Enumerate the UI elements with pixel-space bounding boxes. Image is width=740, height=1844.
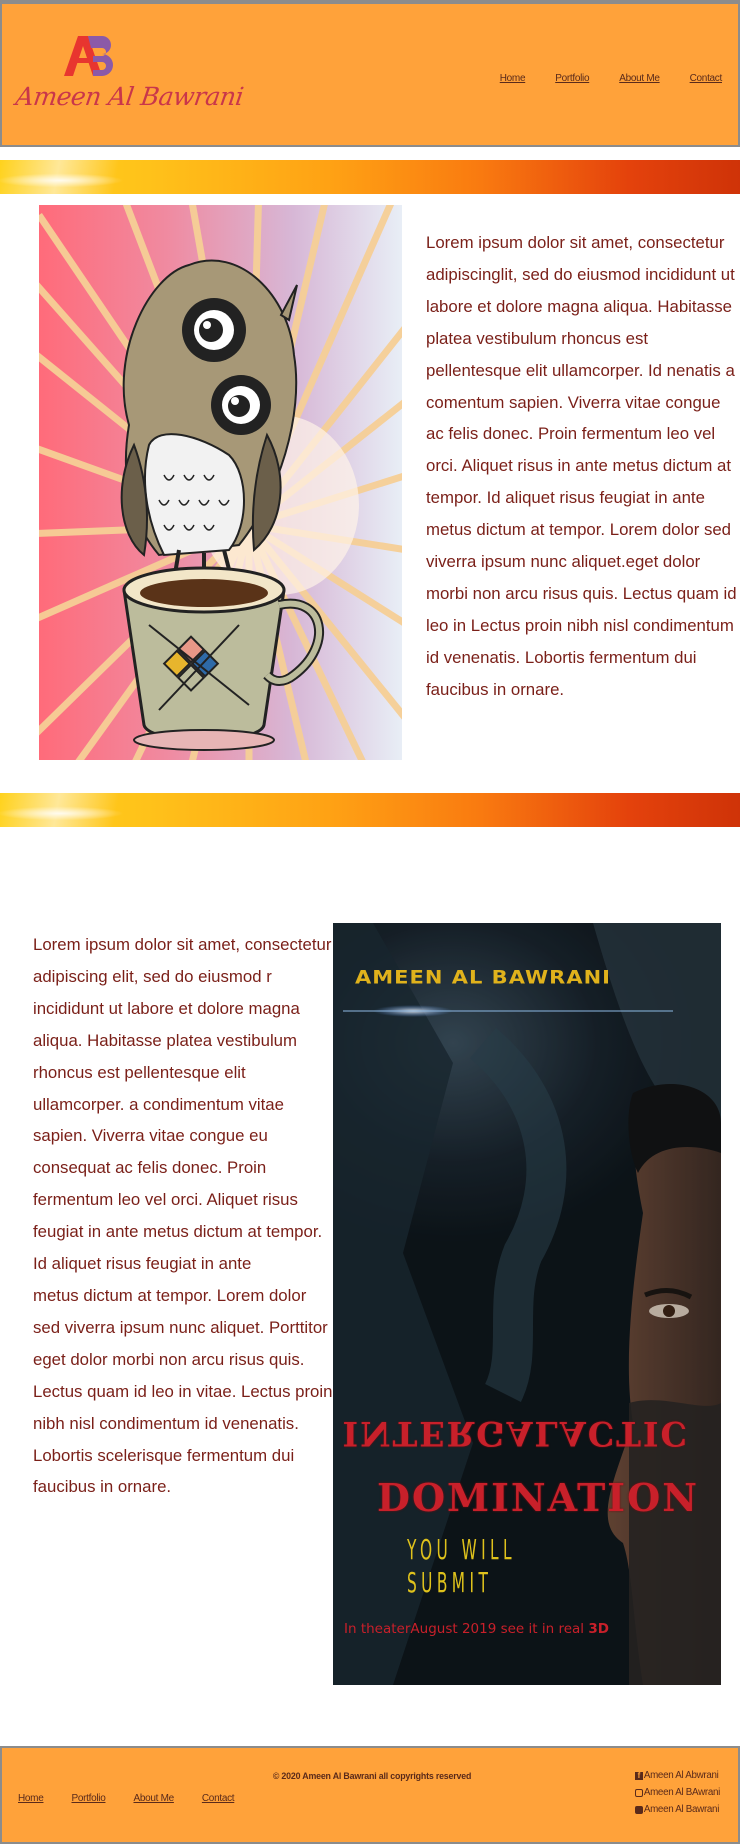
poster-tagline: YOU WILL SUBMIT [407, 1533, 516, 1599]
footer-nav-about-me[interactable]: About Me [133, 1793, 174, 1804]
nav-portfolio[interactable]: Portfolio [555, 73, 589, 84]
poster-title-line2: DOMINATION [377, 1475, 699, 1520]
poster-3d-label: 3D [588, 1621, 609, 1637]
social-youtube[interactable]: Ameen Al Bawrani [634, 1804, 720, 1815]
poster-paragraph: Lorem ipsum dolor sit amet, consectetur … [33, 935, 333, 1497]
site-header: Ameen Al Bawrani Home Portfolio About Me… [0, 0, 740, 147]
owl-coffee-illustration [39, 205, 402, 760]
gradient-divider [0, 160, 740, 194]
movie-poster: AMEEN AL BAWRANI INTERGALACTIC DOMINATIO… [333, 923, 721, 1685]
poster-release-text: In theaterAugust 2019 see it in real 3D [344, 1621, 609, 1637]
facebook-icon: f [634, 1771, 643, 1780]
poster-title-line1: INTERGALACTIC [342, 1413, 689, 1453]
instagram-icon [634, 1788, 643, 1797]
nav-about-me[interactable]: About Me [619, 73, 660, 84]
nav-contact[interactable]: Contact [690, 73, 723, 84]
social-instagram[interactable]: Ameen Al BAwrani [634, 1787, 720, 1798]
site-footer: © 2020 Ameen Al Bawrani all copyrights r… [0, 1746, 740, 1844]
youtube-icon [634, 1805, 643, 1814]
nav-home[interactable]: Home [500, 73, 526, 84]
poster-top-title: AMEEN AL BAWRANI [355, 966, 611, 988]
footer-nav-home[interactable]: Home [18, 1793, 44, 1804]
gradient-divider [0, 793, 740, 827]
footer-nav: Home Portfolio About Me Contact [18, 1793, 235, 1804]
social-links: f Ameen Al Abwrani Ameen Al BAwrani Ameen… [634, 1770, 720, 1815]
copyright-text: © 2020 Ameen Al Bawrani all copyrights r… [272, 1771, 472, 1782]
social-facebook[interactable]: f Ameen Al Abwrani [634, 1770, 720, 1781]
logo-icon[interactable] [62, 34, 114, 78]
footer-nav-contact[interactable]: Contact [202, 1793, 235, 1804]
footer-nav-portfolio[interactable]: Portfolio [71, 1793, 105, 1804]
logo-text[interactable]: Ameen Al Bawrani [14, 82, 245, 111]
main-nav: Home Portfolio About Me Contact [500, 73, 723, 84]
intro-paragraph: Lorem ipsum dolor sit amet, consectetur … [426, 233, 737, 699]
